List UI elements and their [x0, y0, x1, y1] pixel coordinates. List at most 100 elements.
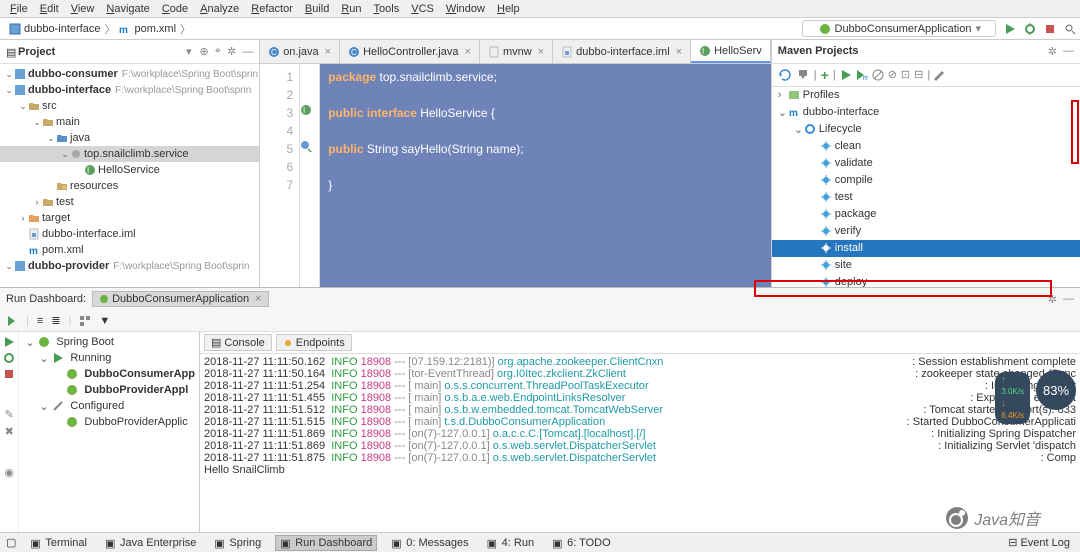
project-row-java[interactable]: ⌄java	[0, 130, 259, 146]
refresh-icon[interactable]	[778, 68, 792, 82]
menu-navigate[interactable]: Navigate	[100, 2, 155, 15]
breadcrumb-file[interactable]: m pom.xml	[116, 23, 179, 35]
breadcrumb-module[interactable]: dubbo-interface	[6, 23, 103, 35]
project-row-test[interactable]: ›test	[0, 194, 259, 210]
tab-mvnw[interactable]: mvnw×	[480, 40, 553, 63]
endpoints-tab[interactable]: Endpoints	[276, 334, 352, 351]
stop-icon[interactable]	[3, 368, 15, 380]
hide-icon[interactable]: —	[242, 46, 253, 58]
console-tab[interactable]: ▤ Console	[204, 334, 272, 351]
run-icon[interactable]	[840, 69, 852, 81]
maven-verify[interactable]: verify	[772, 223, 1080, 240]
dash-dubboproviderapplic[interactable]: DubboProviderApplic	[21, 414, 197, 430]
project-row-target[interactable]: ›target	[0, 210, 259, 226]
maven-test[interactable]: test	[772, 189, 1080, 206]
collapse-icon[interactable]: ≣	[51, 314, 60, 327]
menu-analyze[interactable]: Analyze	[194, 2, 245, 15]
close-icon[interactable]: ×	[538, 46, 544, 58]
menu-view[interactable]: View	[65, 2, 101, 15]
maven-tree[interactable]: ›Profiles⌄mdubbo-interface⌄Lifecycleclea…	[772, 87, 1080, 287]
maven-lifecycle[interactable]: ⌄Lifecycle	[772, 121, 1080, 138]
gear-icon[interactable]: ✲	[227, 45, 236, 58]
tab-dubbo-interface-iml[interactable]: dubbo-interface.iml×	[553, 40, 691, 63]
project-row-helloservice[interactable]: IHelloService	[0, 162, 259, 178]
menu-refactor[interactable]: Refactor	[245, 2, 299, 15]
menu-build[interactable]: Build	[299, 2, 335, 15]
project-row-pom-xml[interactable]: mpom.xml	[0, 242, 259, 258]
edit-icon[interactable]: ✎	[5, 408, 14, 421]
menu-code[interactable]: Code	[156, 2, 194, 15]
menu-help[interactable]: Help	[491, 2, 526, 15]
collapse-icon[interactable]: ⊕	[200, 45, 209, 58]
camera-icon[interactable]: ◉	[4, 466, 14, 479]
debug-icon[interactable]	[3, 352, 15, 364]
status-6--todo[interactable]: ▣6: TODO	[548, 536, 615, 550]
project-row-dubbo-provider[interactable]: ⌄dubbo-providerF:\workplace\Spring Boot\…	[0, 258, 259, 274]
run-icon[interactable]	[3, 336, 15, 348]
gear-icon[interactable]: ✲	[1048, 293, 1057, 306]
expand-icon[interactable]: ≡	[37, 315, 43, 327]
menu-window[interactable]: Window	[440, 2, 491, 15]
event-log[interactable]: ⊟ Event Log	[1004, 535, 1074, 550]
dash-configured[interactable]: ⌄Configured	[21, 398, 197, 414]
status-indicator[interactable]: ▢	[6, 536, 16, 549]
debug-icon[interactable]	[1024, 23, 1036, 35]
add-icon[interactable]: +	[821, 67, 829, 83]
stop-icon[interactable]	[1044, 23, 1056, 35]
dash-running[interactable]: ⌄Running	[21, 350, 197, 366]
dash-spring-boot[interactable]: ⌄Spring Boot	[21, 334, 197, 350]
status-terminal[interactable]: ▣Terminal	[26, 536, 91, 550]
project-row-src[interactable]: ⌄src	[0, 98, 259, 114]
maven-dubbo-interface[interactable]: ⌄mdubbo-interface	[772, 104, 1080, 121]
offline-icon[interactable]: ⊘	[888, 68, 897, 81]
collapse-icon[interactable]: ⊟	[914, 68, 923, 81]
project-tree[interactable]: ⌄dubbo-consumerF:\workplace\Spring Boot\…	[0, 64, 259, 276]
menu-tools[interactable]: Tools	[368, 2, 406, 15]
status-run-dashboard[interactable]: ▣Run Dashboard	[275, 535, 377, 551]
maven-profiles[interactable]: ›Profiles	[772, 87, 1080, 104]
project-row-dubbo-consumer[interactable]: ⌄dubbo-consumerF:\workplace\Spring Boot\…	[0, 66, 259, 82]
rerun-icon[interactable]	[6, 315, 18, 327]
gear-icon[interactable]: ✲	[1048, 45, 1057, 58]
dashboard-tab[interactable]: DubboConsumerApplication ×	[92, 291, 268, 307]
download-icon[interactable]	[796, 68, 810, 82]
menu-edit[interactable]: Edit	[34, 2, 65, 15]
status-spring[interactable]: ▣Spring	[210, 536, 265, 550]
status-java-enterprise[interactable]: ▣Java Enterprise	[101, 536, 200, 550]
project-row-dubbo-interface-iml[interactable]: dubbo-interface.iml	[0, 226, 259, 242]
run-config-select[interactable]: DubboConsumerApplication ▾	[802, 20, 997, 37]
maven-site[interactable]: site	[772, 257, 1080, 274]
close-icon[interactable]: ×	[255, 293, 261, 305]
delete-icon[interactable]: ✖	[5, 425, 14, 438]
maven-package[interactable]: package	[772, 206, 1080, 223]
wrench-icon[interactable]	[934, 69, 946, 81]
project-row-main[interactable]: ⌄main	[0, 114, 259, 130]
dash-dubboproviderappl[interactable]: DubboProviderAppl	[21, 382, 197, 398]
project-row-resources[interactable]: resources	[0, 178, 259, 194]
code-editor[interactable]: package top.snailclimb.service; public i…	[320, 64, 771, 287]
maven-validate[interactable]: validate	[772, 155, 1080, 172]
tab-on-java[interactable]: Con.java×	[260, 40, 340, 63]
group-icon[interactable]	[79, 315, 91, 327]
status-4--run[interactable]: ▣4: Run	[483, 536, 538, 550]
dash-dubboconsumerapp[interactable]: DubboConsumerApp	[21, 366, 197, 382]
maven-install[interactable]: install	[772, 240, 1080, 257]
dashboard-tree[interactable]: ⌄Spring Boot⌄RunningDubboConsumerAppDubb…	[19, 332, 199, 532]
menu-run[interactable]: Run	[335, 2, 367, 15]
tab-helloserv[interactable]: IHelloServ	[691, 40, 771, 63]
menu-vcs[interactable]: VCS	[405, 2, 440, 15]
maven-clean[interactable]: clean	[772, 138, 1080, 155]
project-row-dubbo-interface[interactable]: ⌄dubbo-interfaceF:\workplace\Spring Boot…	[0, 82, 259, 98]
hide-icon[interactable]: —	[1063, 45, 1074, 57]
run-maven-icon[interactable]: m	[856, 69, 868, 81]
search-icon[interactable]	[1064, 23, 1076, 35]
project-row-top-snailclimb-service[interactable]: ⌄top.snailclimb.service	[0, 146, 259, 162]
close-icon[interactable]: ×	[325, 46, 331, 58]
close-icon[interactable]: ×	[676, 46, 682, 58]
expand-icon[interactable]: ⊡	[901, 68, 910, 81]
skip-tests-icon[interactable]	[872, 69, 884, 81]
locate-icon[interactable]: ⌖	[215, 45, 221, 58]
tab-hellocontroller-java[interactable]: CHelloController.java×	[340, 40, 480, 63]
dropdown-icon[interactable]: ▾	[186, 45, 192, 58]
close-icon[interactable]: ×	[465, 46, 471, 58]
